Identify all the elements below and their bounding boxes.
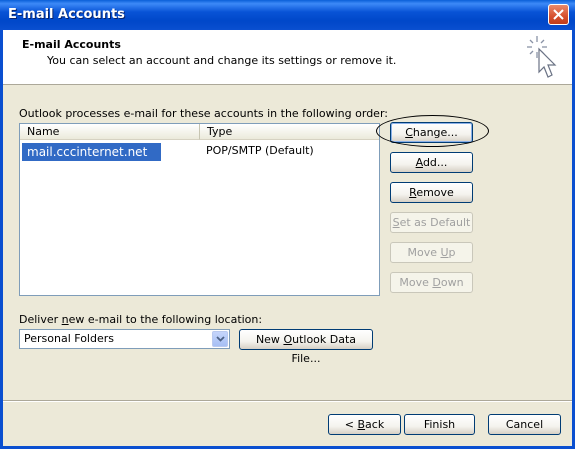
- chevron-down-icon: [216, 336, 225, 342]
- close-icon: [553, 9, 564, 20]
- deliver-location-select[interactable]: Personal Folders: [19, 329, 230, 349]
- dropdown-button[interactable]: [212, 331, 228, 347]
- add-button[interactable]: Add...: [390, 152, 473, 173]
- footer-separator: [3, 400, 572, 402]
- new-outlook-data-file-button[interactable]: New Outlook Data File...: [239, 329, 373, 365]
- back-button[interactable]: < Back: [328, 414, 401, 435]
- window-frame-left: [0, 30, 3, 449]
- header-subtitle: You can select an account and change its…: [47, 54, 397, 67]
- window-title: E-mail Accounts: [8, 7, 125, 22]
- highlight-ellipse: [376, 115, 489, 147]
- close-button[interactable]: [548, 4, 569, 25]
- column-header-type[interactable]: Type: [200, 124, 379, 140]
- account-row-name[interactable]: mail.cccinternet.net: [22, 143, 161, 161]
- set-as-default-button[interactable]: Set as Default: [390, 212, 473, 233]
- deliver-location-label: Deliver new e-mail to the following loca…: [19, 313, 263, 326]
- deliver-location-value: Personal Folders: [24, 332, 114, 345]
- cancel-button[interactable]: Cancel: [488, 414, 561, 435]
- move-up-button[interactable]: Move Up: [390, 242, 473, 263]
- remove-button[interactable]: Remove: [390, 182, 473, 203]
- wizard-header: E-mail Accounts You can select an accoun…: [3, 30, 572, 85]
- cursor-sparkle-icon: [527, 36, 557, 78]
- column-header-name[interactable]: Name: [20, 124, 200, 140]
- finish-button[interactable]: Finish: [404, 414, 475, 435]
- accounts-list[interactable]: Name Type mail.cccinternet.net POP/SMTP …: [19, 123, 380, 296]
- accounts-order-label: Outlook processes e-mail for these accou…: [19, 107, 388, 120]
- move-down-button[interactable]: Move Down: [390, 272, 473, 293]
- header-title: E-mail Accounts: [22, 38, 121, 51]
- account-row-type: POP/SMTP (Default): [206, 144, 314, 157]
- title-bar[interactable]: E-mail Accounts: [0, 0, 575, 30]
